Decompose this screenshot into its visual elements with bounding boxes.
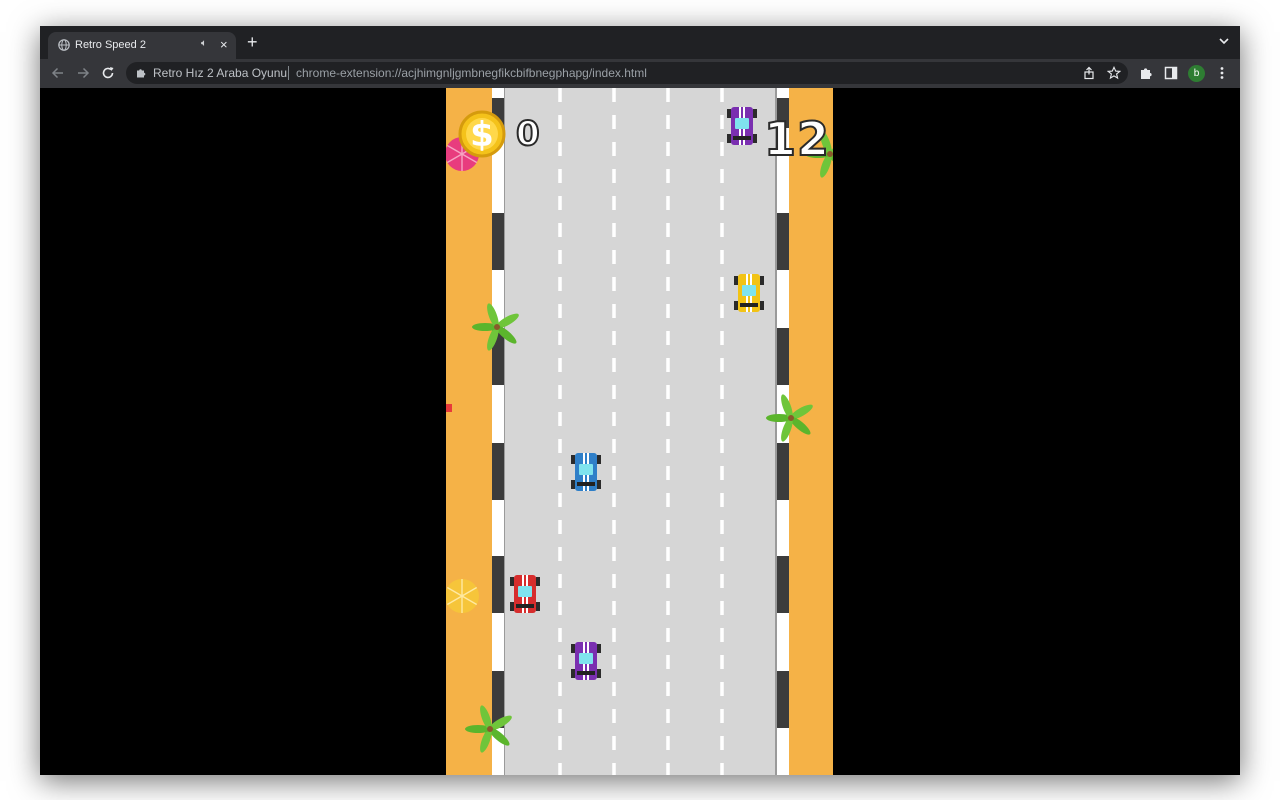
back-arrow-icon[interactable] [49,64,67,82]
speaker-icon[interactable]: 🔈︎ [201,38,207,49]
tab-retro-speed-2[interactable]: Retro Speed 2 🔈︎ × [48,32,236,59]
browser-toolbar: Retro Hız 2 Araba Oyunu chrome-extension… [40,59,1240,88]
sand-right [789,88,833,775]
globe-icon [58,39,70,51]
close-icon[interactable]: × [220,36,228,53]
extensions-icon[interactable] [1138,65,1154,81]
svg-text:$: $ [470,115,494,155]
reload-icon[interactable] [99,64,117,82]
coin-score: 0 [515,113,541,155]
profile-avatar[interactable]: b [1188,65,1205,82]
tab-strip: Retro Speed 2 🔈︎ × + [40,26,1240,59]
red-marker [446,404,452,412]
chevron-down-icon[interactable] [1218,35,1230,47]
game-canvas[interactable]: $ 0 12 [446,88,833,775]
countdown-timer: 12 [763,111,831,167]
extension-puzzle-icon [137,69,146,78]
coin-icon: $ [458,110,506,158]
forward-arrow-icon[interactable] [74,64,92,82]
game-scene: $ [446,88,833,775]
car-icon [510,575,540,613]
road-edge-right [775,88,777,775]
road [504,88,776,775]
kebab-menu-icon[interactable] [1214,65,1230,81]
side-panel-icon[interactable] [1163,65,1179,81]
beach-umbrella-icon [446,579,479,613]
tab-title: Retro Speed 2 [75,39,146,51]
site-name: Retro Hız 2 Araba Oyunu [153,66,288,80]
address-bar[interactable]: Retro Hız 2 Araba Oyunu chrome-extension… [126,62,1128,84]
page-viewport: $ 0 12 [40,88,1240,775]
plus-icon[interactable]: + [247,33,258,51]
browser-window: Retro Speed 2 🔈︎ × + Retro Hız 2 Araba O… [40,26,1240,775]
sand-left [446,88,492,775]
share-icon[interactable] [1082,66,1096,80]
car-icon [727,107,757,145]
player-car-icon[interactable] [571,453,601,491]
url-text[interactable]: chrome-extension://acjhimgnljgmbnegfikcb… [296,66,647,80]
car-icon [734,274,764,312]
address-divider [288,66,289,80]
car-icon [571,642,601,680]
bookmark-star-icon[interactable] [1107,66,1121,80]
curb-left [492,88,504,775]
